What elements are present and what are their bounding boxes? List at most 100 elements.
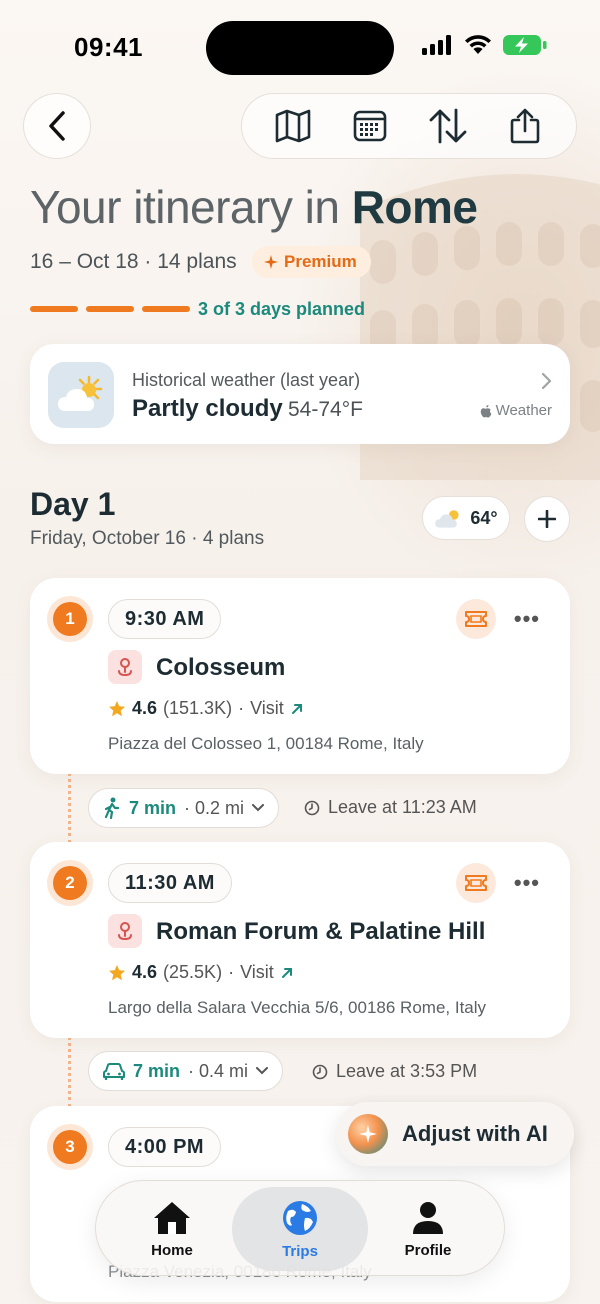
- weather-source: Weather: [480, 402, 552, 419]
- plan-place-name[interactable]: Colosseum: [156, 654, 285, 682]
- home-icon: [154, 1201, 190, 1234]
- transit-duration: 7 min: [129, 797, 177, 818]
- plan-rating: 4.6 (151.3K) · Visit: [108, 698, 304, 719]
- bottom-tab-bar: Home Trips Profile: [95, 1180, 505, 1276]
- weather-source-label: Weather: [495, 402, 552, 419]
- premium-badge[interactable]: Premium: [252, 246, 371, 278]
- leave-time-label: Leave at 11:23 AM: [328, 797, 477, 817]
- cellular-signal-icon: [422, 35, 451, 55]
- add-plan-button[interactable]: [524, 496, 570, 542]
- plan-number: 1: [53, 602, 87, 636]
- day-temp: 64°: [470, 507, 498, 528]
- partly-cloudy-icon: [435, 510, 459, 528]
- person-icon: [413, 1201, 443, 1234]
- plan-card[interactable]: 2 11:30 AM ••• Roman Forum & Palatine Hi…: [30, 842, 570, 1038]
- transit-selector[interactable]: 7 min · 0.4 mi: [88, 1051, 284, 1091]
- ticket-icon: [465, 611, 487, 627]
- transit-distance: · 0.2 mi: [184, 797, 245, 818]
- leave-time-label: Leave at 3:53 PM: [336, 1061, 478, 1081]
- map-icon: [275, 109, 311, 143]
- premium-badge-label: Premium: [284, 252, 357, 271]
- map-button[interactable]: [271, 104, 315, 148]
- tab-home[interactable]: Home: [104, 1187, 240, 1271]
- day-title: Day 1: [30, 486, 116, 522]
- plan-place-name[interactable]: Roman Forum & Palatine Hill: [156, 918, 485, 946]
- ticket-button[interactable]: [456, 599, 496, 639]
- chevron-left-icon: [49, 111, 65, 141]
- transit-selector[interactable]: 7 min · 0.2 mi: [88, 788, 280, 828]
- tab-profile[interactable]: Profile: [360, 1187, 496, 1271]
- reorder-button[interactable]: [426, 104, 470, 148]
- sparkle-icon: [264, 255, 278, 269]
- weather-temp-range: 54-74°F: [288, 398, 363, 421]
- star-icon: [109, 964, 125, 980]
- plan-address: Piazza del Colosseo 1, 00184 Rome, Italy: [108, 734, 424, 753]
- page-title-city: Rome: [351, 181, 478, 233]
- plan-card[interactable]: 1 9:30 AM ••• Colosseum 4.6 (151.3K) · V…: [30, 578, 570, 774]
- days-progress-bar: [30, 306, 190, 312]
- plan-time[interactable]: 9:30 AM: [108, 599, 222, 639]
- trip-summary: 16 – Oct 18 · 14 plans: [30, 250, 237, 273]
- plus-icon: [538, 510, 556, 528]
- page-title-prefix: Your itinerary in: [30, 181, 352, 233]
- clock-icon: [312, 1064, 328, 1079]
- status-bar: 09:41: [0, 0, 600, 90]
- dynamic-island: [206, 21, 394, 75]
- location-pin-icon: [108, 650, 142, 684]
- star-icon: [109, 700, 125, 716]
- plan-time[interactable]: 11:30 AM: [108, 863, 232, 903]
- visit-link[interactable]: Visit: [250, 698, 284, 719]
- page-title: Your itinerary in Rome: [30, 180, 478, 234]
- plan-time[interactable]: 4:00 PM: [108, 1127, 222, 1167]
- day-weather-chip[interactable]: 64°: [422, 496, 510, 540]
- arrow-up-right-icon[interactable]: [280, 966, 294, 980]
- calendar-icon: [353, 110, 387, 142]
- more-options-button[interactable]: •••: [514, 606, 540, 632]
- timeline-connector: [68, 1036, 71, 1108]
- timeline-connector: [68, 772, 71, 844]
- location-pin-icon: [108, 914, 142, 948]
- clock-icon: [304, 800, 320, 815]
- leave-time: Leave at 11:23 AM: [304, 797, 477, 818]
- status-icons: [422, 34, 548, 56]
- chevron-right-icon: [541, 372, 552, 390]
- ticket-icon: [465, 875, 487, 891]
- weather-label: Historical weather (last year): [132, 370, 361, 390]
- separator-dot: ·: [228, 962, 235, 982]
- rating-value: 4.6: [132, 698, 158, 718]
- transit-duration: 7 min: [133, 1060, 181, 1081]
- partly-cloudy-icon: [48, 362, 114, 428]
- plan-number: 3: [53, 1130, 87, 1164]
- header-toolbar: [241, 93, 577, 159]
- sort-icon: [429, 108, 467, 144]
- days-progress-text: 3 of 3 days planned: [198, 299, 366, 319]
- progress-segment: [86, 306, 134, 312]
- car-icon: [103, 1063, 125, 1080]
- review-count: (151.3K): [163, 698, 233, 718]
- share-icon: [510, 108, 540, 144]
- rating-value: 4.6: [132, 962, 158, 982]
- walking-icon: [104, 797, 120, 819]
- apple-logo-icon: [480, 404, 491, 417]
- battery-charging-icon: [503, 35, 547, 55]
- ticket-button[interactable]: [456, 863, 496, 903]
- back-button[interactable]: [23, 93, 91, 159]
- progress-segment: [142, 306, 190, 312]
- leave-time: Leave at 3:53 PM: [312, 1061, 477, 1082]
- more-options-button[interactable]: •••: [514, 870, 540, 896]
- tab-trips-label: Trips: [282, 1242, 318, 1260]
- weather-card[interactable]: Historical weather (last year) Partly cl…: [30, 344, 570, 444]
- ai-sparkle-icon: [348, 1114, 388, 1154]
- plan-address: Largo della Salara Vecchia 5/6, 00186 Ro…: [108, 998, 487, 1017]
- chevron-down-icon: [256, 1067, 269, 1075]
- share-button[interactable]: [503, 104, 547, 148]
- plan-rating: 4.6 (25.5K) · Visit: [108, 962, 294, 983]
- visit-link[interactable]: Visit: [240, 962, 274, 983]
- arrow-up-right-icon[interactable]: [290, 702, 304, 716]
- tab-trips[interactable]: Trips: [232, 1187, 368, 1271]
- calendar-button[interactable]: [348, 104, 392, 148]
- chevron-down-icon: [252, 804, 265, 812]
- globe-icon: [283, 1200, 317, 1235]
- progress-segment: [30, 306, 78, 312]
- adjust-with-ai-button[interactable]: Adjust with AI: [336, 1102, 574, 1166]
